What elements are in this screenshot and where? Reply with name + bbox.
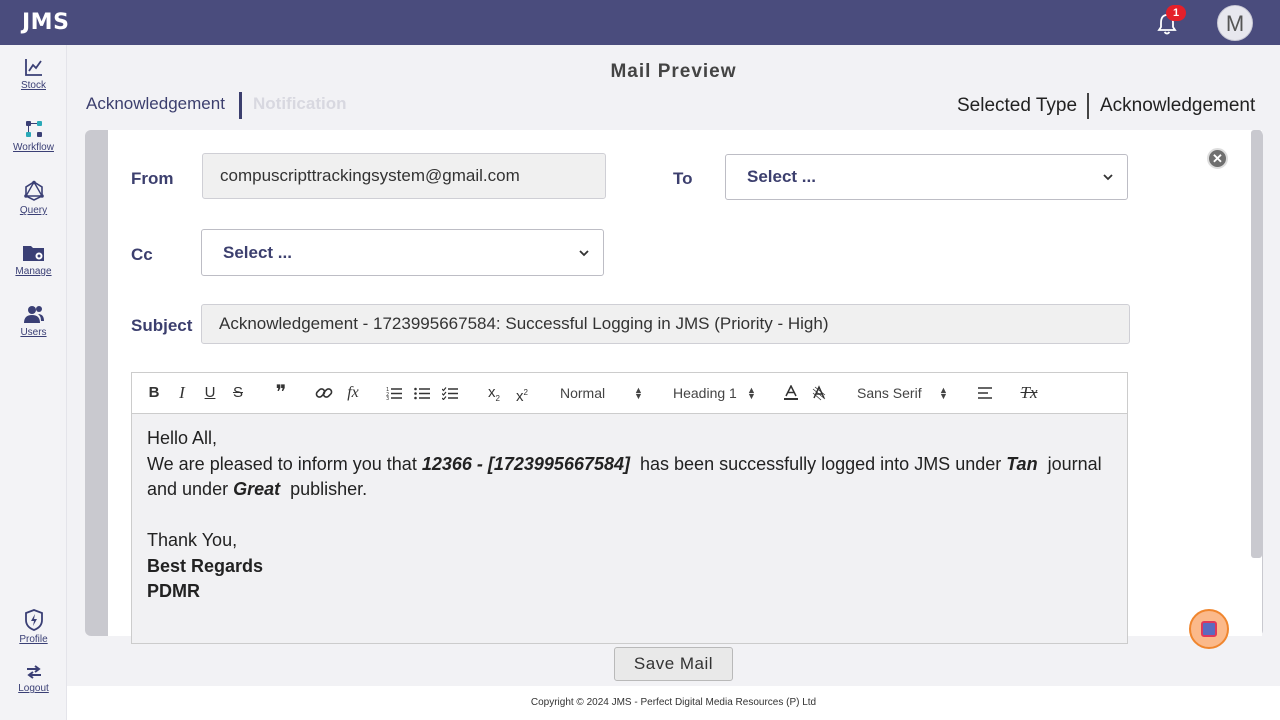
body-text: has been successfully logged into JMS un… (630, 453, 1007, 474)
checklist-icon (441, 387, 458, 401)
signature-line: PDMR (147, 581, 200, 601)
body-paragraph: We are pleased to inform you that 12366 … (147, 452, 1112, 503)
clear-format-button[interactable]: Tx (1019, 373, 1039, 413)
subject-field[interactable]: Acknowledgement - 1723995667584: Success… (201, 304, 1130, 344)
heading-select-value: Heading 1 (673, 385, 737, 401)
to-label: To (673, 169, 693, 188)
widget-icon (1201, 621, 1217, 637)
journal-name: Tan (1006, 453, 1038, 474)
from-label: From (131, 169, 174, 188)
tab-acknowledgement[interactable]: Acknowledgement (86, 94, 225, 114)
font-select-value: Sans Serif (857, 385, 922, 401)
size-select-value: Normal (560, 385, 606, 401)
mail-body-editor[interactable]: Hello All, We are pleased to inform you … (131, 414, 1128, 644)
selected-type-divider (1087, 93, 1089, 119)
align-button[interactable] (976, 373, 994, 413)
sidebar-item-label: Manage (15, 266, 52, 277)
sidebar-item-label: Workflow (13, 142, 54, 153)
sidebar-item-users[interactable]: Users (0, 304, 67, 338)
chart-line-icon (24, 59, 42, 76)
floating-action-button[interactable] (1189, 609, 1229, 649)
users-icon (23, 306, 44, 323)
quote-button[interactable]: ❞ (272, 373, 290, 413)
regards-line: Best Regards (147, 555, 264, 576)
ordered-list-icon: 1 2 3 (386, 387, 402, 402)
subject-label: Subject (131, 316, 193, 335)
app-logo[interactable]: JMS (22, 10, 69, 35)
cc-select-value: Select ... (223, 243, 292, 262)
text-color-button[interactable] (782, 373, 800, 413)
superscript-button[interactable]: x2 (512, 373, 532, 413)
sidebar-item-profile[interactable]: Profile (0, 609, 67, 645)
checklist-button[interactable] (441, 373, 459, 413)
workflow-icon (25, 121, 42, 137)
sidebar-item-stock[interactable]: Stock (0, 57, 67, 91)
greeting-line: Hello All, (147, 428, 218, 448)
formula-button[interactable]: fx (343, 373, 363, 413)
close-button[interactable]: ✕ (1207, 148, 1228, 169)
logout-arrows-icon (26, 665, 41, 679)
highlight-icon (812, 385, 826, 401)
text-color-icon (784, 384, 798, 401)
article-id: 12366 - [1723995667584] (421, 453, 631, 474)
sidebar-item-label: Profile (19, 634, 48, 645)
chevron-down-icon (579, 249, 589, 256)
italic-button[interactable]: I (175, 373, 189, 413)
chevron-down-icon (1103, 174, 1113, 181)
cc-select[interactable]: Select ... (201, 229, 604, 276)
heading-select[interactable]: Heading 1 ▲ ▼ (673, 373, 759, 413)
align-left-icon (978, 387, 992, 399)
link-icon (315, 388, 333, 398)
sidebar-item-label: Query (19, 205, 48, 216)
font-select[interactable]: Sans Serif ▲ ▼ (857, 373, 951, 413)
editor-toolbar: B I U S ❞ fx 1 2 3 x2 x2 Normal ▲ ▼ Head… (131, 372, 1128, 414)
sidebar-item-label: Logout (18, 683, 49, 694)
thanks-line: Thank You, (147, 530, 238, 550)
cc-label: Cc (131, 245, 153, 264)
page-title: Mail Preview (610, 61, 737, 82)
save-mail-button[interactable]: Save Mail (614, 647, 733, 681)
updown-icon: ▲ ▼ (634, 385, 643, 401)
sidebar-item-workflow[interactable]: Workflow (0, 119, 67, 153)
sidebar-item-manage[interactable]: Manage (0, 243, 67, 277)
from-field[interactable]: compuscripttrackingsystem@gmail.com (202, 153, 606, 199)
folder-settings-icon (22, 246, 44, 261)
sidebar-item-label: Stock (20, 80, 46, 91)
to-select-value: Select ... (747, 167, 816, 186)
top-bar: JMS 1 M (0, 0, 1280, 45)
tab-notification[interactable]: Notification (253, 94, 347, 114)
bullet-list-button[interactable] (413, 373, 431, 413)
sidebar-item-logout[interactable]: Logout (0, 664, 67, 694)
avatar[interactable]: M (1217, 5, 1253, 41)
clear-format-label: Tx (1020, 383, 1038, 402)
shield-bolt-icon (24, 609, 43, 631)
footer-copyright: Copyright © 2024 JMS - Perfect Digital M… (67, 686, 1280, 720)
updown-icon: ▲ ▼ (939, 385, 948, 401)
size-select[interactable]: Normal ▲ ▼ (560, 373, 648, 413)
notification-badge: 1 (1166, 5, 1186, 21)
ordered-list-button[interactable]: 1 2 3 (385, 373, 403, 413)
query-graph-icon (23, 180, 44, 201)
bold-button[interactable]: B (146, 373, 162, 413)
svg-text:3: 3 (386, 396, 389, 400)
to-select[interactable]: Select ... (725, 154, 1128, 200)
body-text: We are pleased to inform you that (147, 453, 422, 474)
underline-button[interactable]: U (202, 373, 218, 413)
strike-button[interactable]: S (230, 373, 246, 413)
subscript-button[interactable]: x2 (484, 373, 504, 413)
modal-scrollbar[interactable] (1251, 130, 1262, 558)
sidebar-item-query[interactable]: Query (0, 180, 67, 216)
tab-divider (239, 92, 242, 119)
selected-type-value: Acknowledgement (1100, 95, 1256, 116)
body-text: publisher. (280, 479, 368, 499)
updown-icon: ▲ ▼ (747, 385, 756, 401)
selected-type-label: Selected Type (957, 95, 1078, 116)
bullet-list-icon (414, 387, 430, 400)
sidebar-item-label: Users (20, 327, 47, 338)
background-color-button[interactable] (810, 373, 828, 413)
link-button[interactable] (314, 373, 334, 413)
publisher-name: Great (233, 479, 281, 499)
sidebar: Stock Workflow Query Manage Users Profil… (0, 45, 67, 720)
